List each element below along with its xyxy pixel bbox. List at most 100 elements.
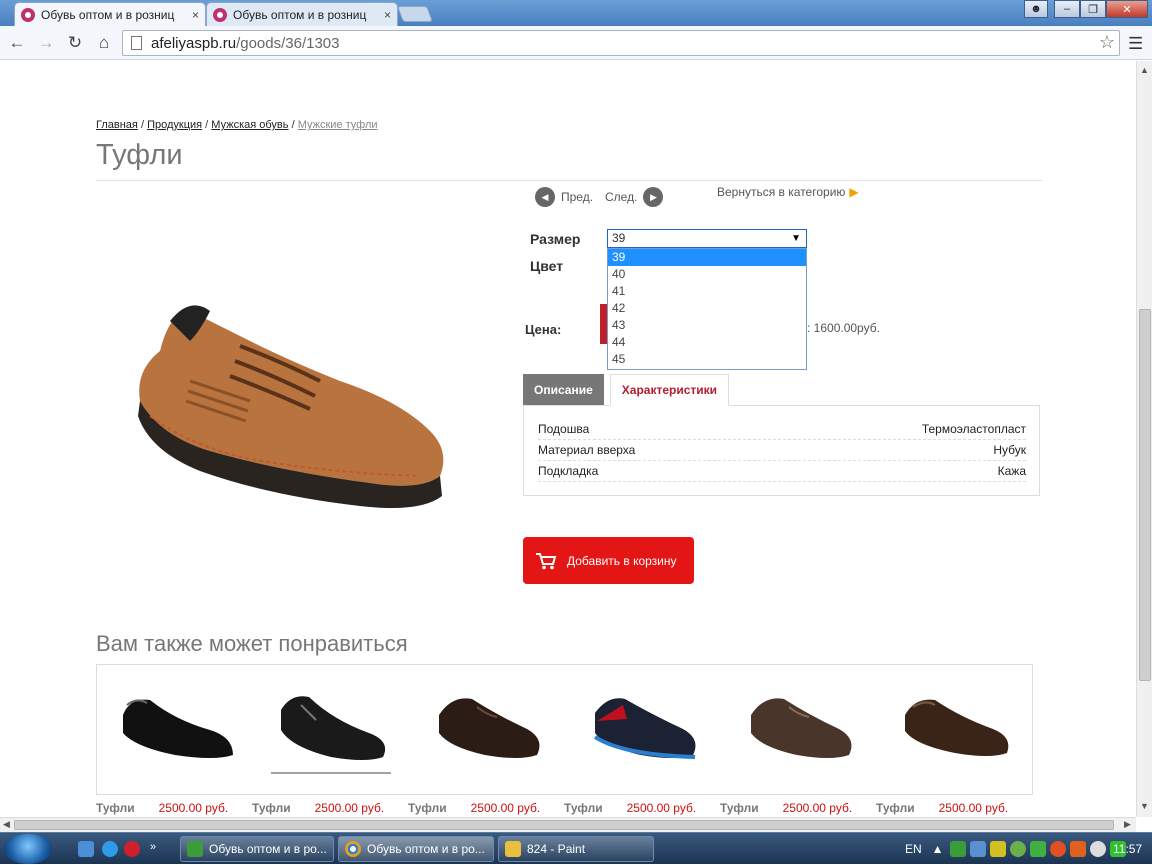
clock[interactable]: 11:57: [1113, 842, 1142, 856]
next-product-link[interactable]: След. ▶: [605, 187, 664, 207]
vertical-scrollbar[interactable]: ▲ ▼: [1136, 61, 1152, 817]
add-to-cart-button[interactable]: Добавить в корзину: [523, 537, 694, 584]
ie-icon[interactable]: [102, 841, 118, 857]
size-option[interactable]: 39: [608, 249, 806, 266]
cart-icon: [536, 552, 557, 569]
scroll-right-icon[interactable]: ▶: [1124, 819, 1131, 830]
chrome-icon: [345, 841, 361, 857]
size-option[interactable]: 45: [608, 351, 806, 368]
url-text: afeliyaspb.ru/goods/36/1303: [151, 35, 340, 52]
reload-icon[interactable]: ↻: [64, 33, 86, 53]
related-product-image[interactable]: [427, 685, 551, 775]
product-image: [138, 305, 444, 509]
site-favicon-icon: [213, 7, 227, 22]
related-item-caption[interactable]: Туфли 2500.00 руб.: [408, 801, 540, 815]
related-item-caption[interactable]: Туфли 2500.00 руб.: [876, 801, 1008, 815]
breadcrumb-mens-shoes-link[interactable]: Мужская обувь: [211, 119, 288, 131]
spec-row: Материал вверха Нубук: [538, 440, 1026, 461]
size-option[interactable]: 40: [608, 266, 806, 283]
size-option[interactable]: 43: [608, 317, 806, 334]
minimize-button[interactable]: –: [1054, 0, 1080, 18]
horizontal-scrollbar[interactable]: ◀ ▶: [0, 817, 1136, 832]
related-item-caption[interactable]: Туфли 2500.00 руб.: [720, 801, 852, 815]
browser-tab-2[interactable]: Обувь оптом и в розниц ×: [206, 2, 398, 26]
close-tab-icon[interactable]: ×: [186, 8, 199, 22]
dropdown-caret-icon: ▼: [791, 233, 801, 244]
tray-app-icon[interactable]: [1069, 841, 1086, 857]
close-window-button[interactable]: ✕: [1106, 0, 1148, 18]
browser-toolbar: ← → ↻ ⌂ afeliyaspb.ru/goods/36/1303 ☆: [0, 26, 1152, 60]
page-title: Туфли: [96, 139, 183, 171]
user-profile-icon[interactable]: ☻: [1024, 0, 1048, 18]
related-heading: Вам также может понравиться: [96, 631, 408, 656]
size-option[interactable]: 44: [608, 334, 806, 351]
related-item-caption[interactable]: Туфли 2500.00 руб.: [252, 801, 384, 815]
breadcrumb-current[interactable]: Мужские туфли: [298, 119, 378, 131]
related-product-image[interactable]: [739, 685, 863, 775]
chrome-menu-icon[interactable]: ☰: [1128, 34, 1143, 54]
related-item-caption[interactable]: Туфли 2500.00 руб.: [96, 801, 228, 815]
spec-row: Подошва Термоэластопласт: [538, 419, 1026, 440]
tray-app-icon[interactable]: [949, 841, 966, 857]
quicklaunch-icon[interactable]: [78, 841, 94, 857]
taskbar-button-1[interactable]: Обувь оптом и в ро...: [180, 836, 334, 862]
browser-window: Обувь оптом и в розниц × Обувь оптом и в…: [0, 0, 1152, 864]
related-product-image[interactable]: [115, 685, 239, 775]
arrow-right-icon: ▶: [643, 187, 664, 207]
size-option[interactable]: 41: [608, 283, 806, 300]
close-tab-icon[interactable]: ×: [378, 8, 391, 22]
spec-row: Подкладка Кажа: [538, 461, 1026, 482]
related-product-image[interactable]: [583, 685, 707, 775]
browser-tab-1[interactable]: Обувь оптом и в розниц ×: [14, 2, 206, 26]
prev-product-link[interactable]: ◀ Пред.: [535, 187, 593, 207]
breadcrumb-home-link[interactable]: Главная: [96, 119, 138, 131]
related-product-image[interactable]: [271, 685, 395, 775]
taskbar-button-3[interactable]: 824 - Paint: [498, 836, 654, 862]
network-icon[interactable]: [969, 841, 986, 857]
back-arrow-icon[interactable]: ←: [6, 33, 28, 53]
back-to-category-link[interactable]: Вернуться в категорию ▶: [717, 185, 859, 199]
scroll-up-icon[interactable]: ▲: [1140, 65, 1149, 75]
alert-icon[interactable]: [1049, 841, 1066, 857]
scroll-down-icon[interactable]: ▼: [1140, 801, 1149, 811]
torrent-icon[interactable]: [1009, 841, 1026, 857]
tab-description[interactable]: Описание: [523, 374, 604, 406]
start-button[interactable]: [4, 834, 52, 864]
triangle-right-icon: ▶: [849, 185, 859, 199]
tab-characteristics[interactable]: Характеристики: [609, 374, 730, 406]
color-label: Цвет: [530, 258, 564, 274]
size-option[interactable]: 42: [608, 300, 806, 317]
vertical-scroll-thumb[interactable]: [1139, 309, 1151, 681]
tab-title: Обувь оптом и в розниц: [233, 7, 367, 22]
size-options-list: 39 40 41 42 43 44 45: [607, 248, 807, 370]
horizontal-scroll-thumb[interactable]: [14, 820, 1114, 830]
home-icon[interactable]: ⌂: [93, 33, 115, 53]
bookmark-star-icon[interactable]: ☆: [1099, 32, 1115, 53]
title-divider: [96, 180, 1042, 181]
tray-arrow-icon[interactable]: ▲: [932, 842, 944, 856]
tray-app-icon[interactable]: [989, 841, 1006, 857]
tray-check-icon[interactable]: [1029, 841, 1046, 857]
forward-arrow-icon[interactable]: →: [35, 33, 57, 53]
scroll-left-icon[interactable]: ◀: [3, 819, 10, 830]
opera-icon[interactable]: [124, 841, 140, 857]
app-icon: [187, 841, 203, 857]
new-tab-button[interactable]: [397, 6, 433, 22]
restore-button[interactable]: ❐: [1080, 0, 1106, 18]
page-icon: [131, 36, 142, 50]
breadcrumb-products-link[interactable]: Продукция: [147, 119, 202, 131]
tray-app-icon[interactable]: [1089, 841, 1106, 857]
related-item-caption[interactable]: Туфли 2500.00 руб.: [564, 801, 696, 815]
address-bar[interactable]: afeliyaspb.ru/goods/36/1303 ☆: [122, 30, 1120, 56]
title-bar: Обувь оптом и в розниц × Обувь оптом и в…: [0, 0, 1152, 26]
page-viewport: Главная / Продукция / Мужская обувь / Му…: [0, 61, 1136, 817]
arrow-left-icon: ◀: [535, 187, 555, 207]
language-indicator[interactable]: EN: [905, 842, 922, 856]
product-tabs: Описание Характеристики: [523, 374, 730, 406]
related-product-image[interactable]: [895, 685, 1019, 775]
site-favicon-icon: [21, 7, 35, 22]
more-chevron-icon[interactable]: »: [150, 841, 166, 857]
size-select[interactable]: 39 ▼: [607, 229, 807, 248]
taskbar-button-2[interactable]: Обувь оптом и в ро...: [338, 836, 494, 862]
system-tray: EN ▲: [905, 833, 1130, 865]
